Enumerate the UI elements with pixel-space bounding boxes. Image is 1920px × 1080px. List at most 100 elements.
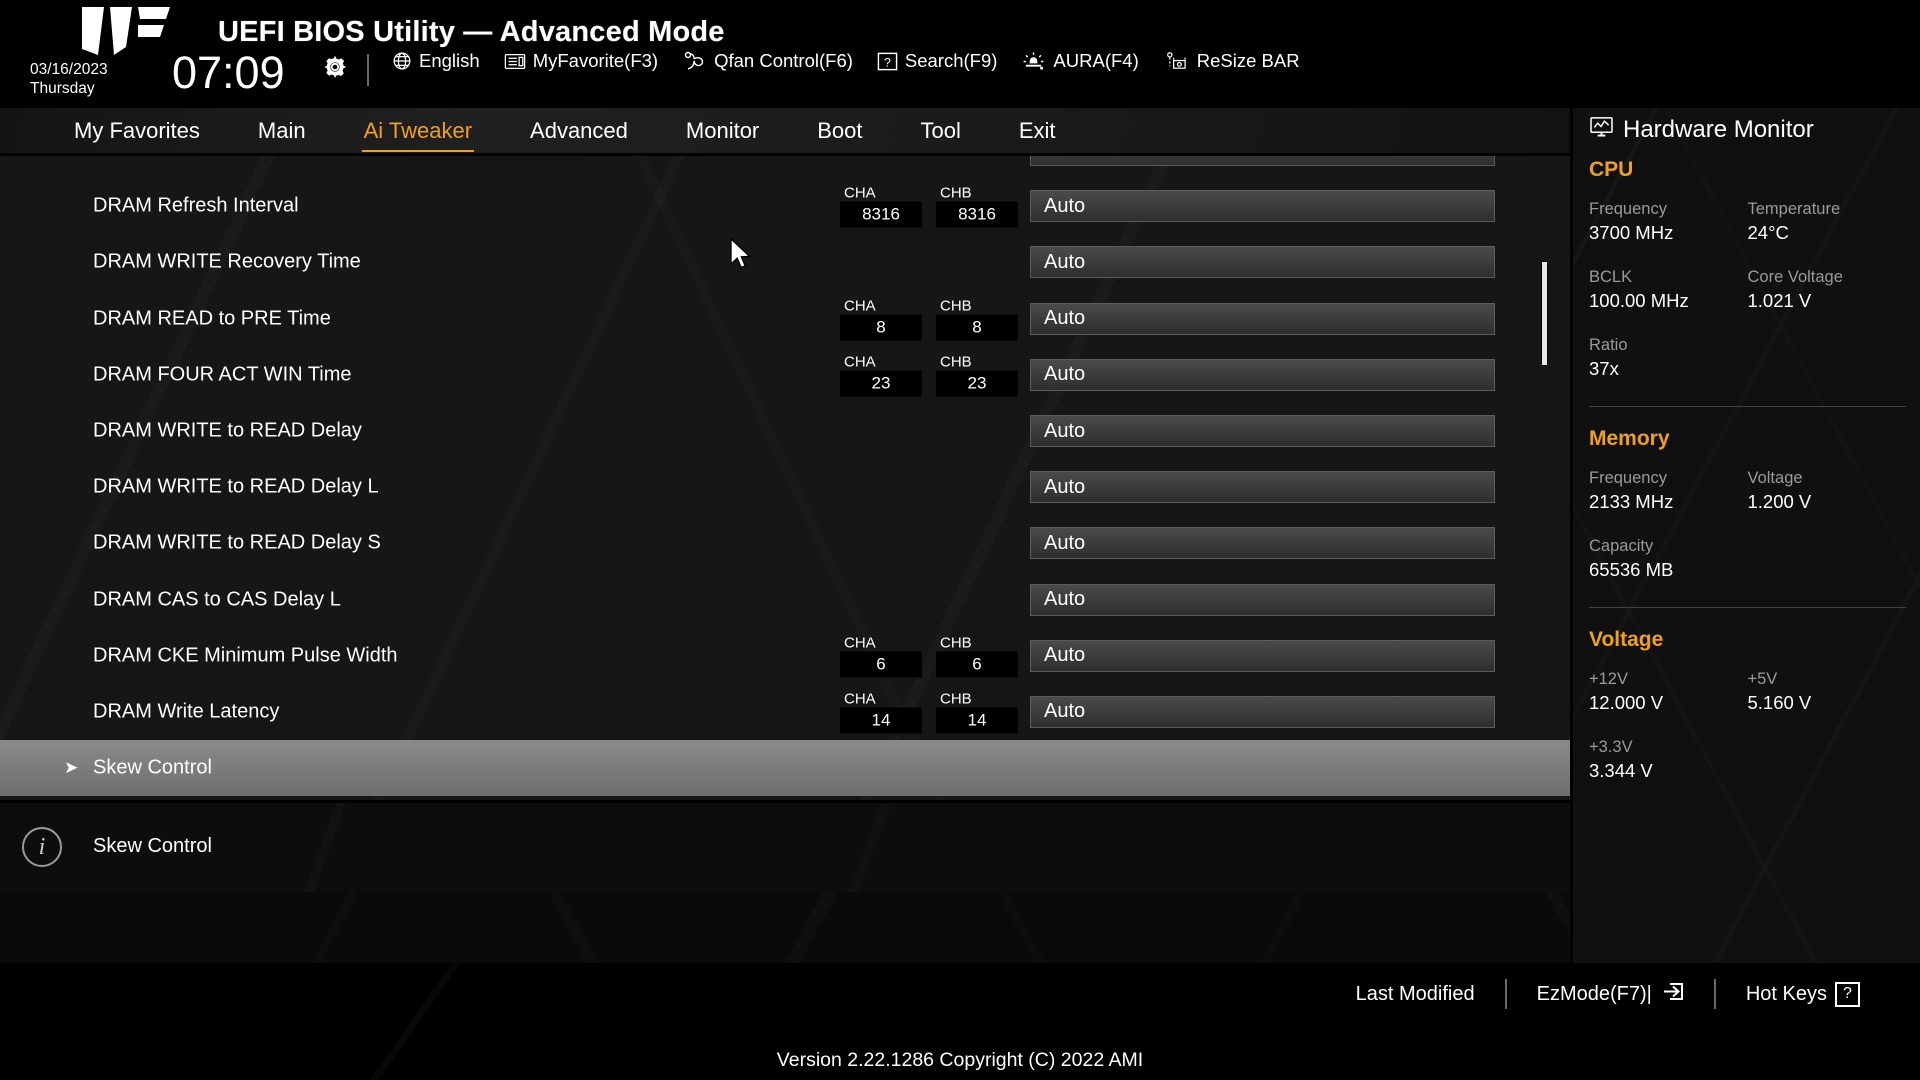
- monitor-group-voltage: Voltage+12V12.000 V+5V5.160 V+3.3V3.344 …: [1589, 628, 1906, 804]
- aura-button[interactable]: AURA(F4): [1021, 50, 1138, 72]
- resizebar-icon: [1163, 51, 1190, 72]
- settings-row[interactable]: DRAM WRITE to READ DelayAuto: [0, 403, 1570, 459]
- settings-row[interactable]: DRAM READ to PRE TimeCHA8CHB8Auto: [0, 291, 1570, 347]
- settings-row[interactable]: DRAM FOUR ACT WIN TimeCHA23CHB23Auto: [0, 347, 1570, 403]
- channel-b-readout: CHB6: [936, 634, 1018, 677]
- question-box-icon: ?: [877, 51, 898, 72]
- globe-icon: [392, 51, 412, 71]
- setting-value-dropdown[interactable]: Auto: [1030, 359, 1495, 391]
- channel-a-readout: CHA8: [840, 297, 922, 340]
- setting-label: DRAM CKE Minimum Pulse Width: [93, 644, 398, 667]
- tab-advanced[interactable]: Advanced: [528, 114, 630, 151]
- setting-value-dropdown[interactable]: Auto: [1030, 471, 1495, 503]
- channel-a-value: 6: [840, 651, 922, 677]
- tab-my-favorites[interactable]: My Favorites: [72, 114, 202, 151]
- readout-value: 24°C: [1748, 220, 1907, 245]
- monitor-readout: Frequency2133 MHz: [1589, 467, 1748, 514]
- hotkeys-button[interactable]: Hot Keys ?: [1716, 982, 1890, 1007]
- tab-ai-tweaker[interactable]: Ai Tweaker: [362, 114, 474, 151]
- qfan-control-button[interactable]: Qfan Control(F6): [682, 50, 853, 72]
- hardware-monitor-panel: Hardware Monitor CPUFrequency3700 MHzTem…: [1570, 108, 1920, 963]
- channel-b-readout: CHB8: [936, 297, 1018, 340]
- setting-value-dropdown[interactable]: Auto: [1030, 246, 1495, 278]
- channel-a-readout: CHA14: [840, 690, 922, 733]
- scrollbar-thumb[interactable]: [1541, 261, 1548, 366]
- tab-exit[interactable]: Exit: [1017, 114, 1058, 151]
- setting-value-dropdown[interactable]: Auto: [1030, 156, 1495, 166]
- tab-boot[interactable]: Boot: [815, 114, 864, 151]
- language-button[interactable]: English: [392, 50, 480, 72]
- setting-label: DRAM WRITE to READ Delay S: [93, 532, 381, 555]
- channel-b-label: CHB: [936, 353, 1018, 370]
- settings-row[interactable]: DRAM Refresh IntervalCHA8316CHB8316Auto: [0, 178, 1570, 234]
- bios-screen: UEFI BIOS Utility — Advanced Mode 03/16/…: [0, 0, 1920, 1080]
- system-clock: 07:09: [172, 47, 285, 99]
- channel-b-readout: CHB23: [936, 353, 1018, 396]
- settings-list: DRAM REF Cycle Time 4AutoDRAM Refresh In…: [0, 156, 1570, 800]
- readout-value: 65536 MB: [1589, 557, 1906, 582]
- search-button[interactable]: ? Search(F9): [877, 50, 998, 72]
- monitor-group-heading: Voltage: [1589, 628, 1906, 652]
- setting-value-dropdown[interactable]: Auto: [1030, 415, 1495, 447]
- settings-row[interactable]: DRAM CAS to CAS Delay L Auto: [0, 572, 1570, 628]
- resizebar-label: ReSize BAR: [1197, 50, 1300, 72]
- setting-label: DRAM WRITE Recovery Time: [93, 251, 361, 274]
- gear-icon[interactable]: [322, 54, 348, 80]
- readout-value: 3700 MHz: [1589, 220, 1748, 245]
- setting-value-dropdown[interactable]: Auto: [1030, 303, 1495, 335]
- setting-value-dropdown[interactable]: Auto: [1030, 190, 1495, 222]
- qfan-icon: [682, 51, 707, 72]
- tab-main[interactable]: Main: [256, 114, 308, 151]
- info-description: Skew Control: [93, 835, 212, 858]
- date-value: 03/16/2023: [30, 60, 108, 79]
- monitor-group-heading: CPU: [1589, 158, 1906, 182]
- channel-a-value: 8316: [840, 202, 922, 228]
- monitor-divider: [1589, 406, 1906, 407]
- search-label: Search(F9): [905, 50, 998, 72]
- channel-a-readout: CHA23: [840, 353, 922, 396]
- channel-b-readout: CHB14: [936, 690, 1018, 733]
- setting-label: Skew Control: [93, 757, 212, 780]
- myfavorite-label: MyFavorite(F3): [533, 50, 658, 72]
- readout-value: 5.160 V: [1748, 690, 1907, 715]
- monitor-readout: Capacity65536 MB: [1589, 535, 1906, 582]
- settings-row[interactable]: DRAM REF Cycle Time 4Auto: [0, 156, 1570, 178]
- settings-row[interactable]: DRAM WRITE to READ Delay LAuto: [0, 459, 1570, 515]
- settings-row[interactable]: DRAM Write LatencyCHA14CHB14Auto: [0, 684, 1570, 740]
- ezmode-label: EzMode(F7)|: [1537, 983, 1652, 1006]
- setting-value-dropdown[interactable]: Auto: [1030, 584, 1495, 616]
- settings-row[interactable]: DRAM WRITE to READ Delay S Auto: [0, 515, 1570, 571]
- myfavorite-button[interactable]: MyFavorite(F3): [504, 50, 658, 72]
- qfan-label: Qfan Control(F6): [714, 50, 853, 72]
- settings-row[interactable]: DRAM CKE Minimum Pulse WidthCHA6CHB6Auto: [0, 628, 1570, 684]
- settings-row[interactable]: DRAM WRITE Recovery Time Auto: [0, 234, 1570, 290]
- setting-value-dropdown[interactable]: Auto: [1030, 527, 1495, 559]
- channel-b-label: CHB: [936, 634, 1018, 651]
- resize-bar-button[interactable]: ReSize BAR: [1163, 50, 1300, 72]
- setting-label: DRAM CAS to CAS Delay L: [93, 588, 341, 611]
- monitor-readout: +5V5.160 V: [1748, 668, 1907, 715]
- monitor-readouts: +12V12.000 V+5V5.160 V+3.3V3.344 V: [1589, 668, 1906, 804]
- tab-monitor[interactable]: Monitor: [684, 114, 761, 151]
- monitor-readout: Frequency3700 MHz: [1589, 198, 1748, 245]
- channel-b-value: 23: [936, 370, 1018, 396]
- readout-label: Frequency: [1589, 467, 1748, 489]
- ezmode-button[interactable]: EzMode(F7)|: [1507, 980, 1714, 1008]
- setting-value-dropdown[interactable]: Auto: [1030, 696, 1495, 728]
- monitor-readout: +12V12.000 V: [1589, 668, 1748, 715]
- channel-a-readout: CHA8316: [840, 185, 922, 228]
- scrollbar-track[interactable]: [1541, 160, 1548, 796]
- last-modified-button[interactable]: Last Modified: [1326, 983, 1505, 1006]
- svg-text:?: ?: [884, 55, 891, 69]
- channel-b-label: CHB: [936, 690, 1018, 707]
- readout-label: +3.3V: [1589, 736, 1906, 758]
- channel-b-readout: CHB8316: [936, 185, 1018, 228]
- readout-label: +12V: [1589, 668, 1748, 690]
- settings-row-selected[interactable]: ➤Skew Control: [0, 740, 1570, 796]
- setting-value-dropdown[interactable]: Auto: [1030, 640, 1495, 672]
- monitor-readout: Voltage1.200 V: [1748, 467, 1907, 514]
- tab-tool[interactable]: Tool: [919, 114, 963, 151]
- page-title: UEFI BIOS Utility — Advanced Mode: [218, 16, 725, 49]
- channel-b-value: 8316: [936, 202, 1018, 228]
- channel-b-value: 14: [936, 707, 1018, 733]
